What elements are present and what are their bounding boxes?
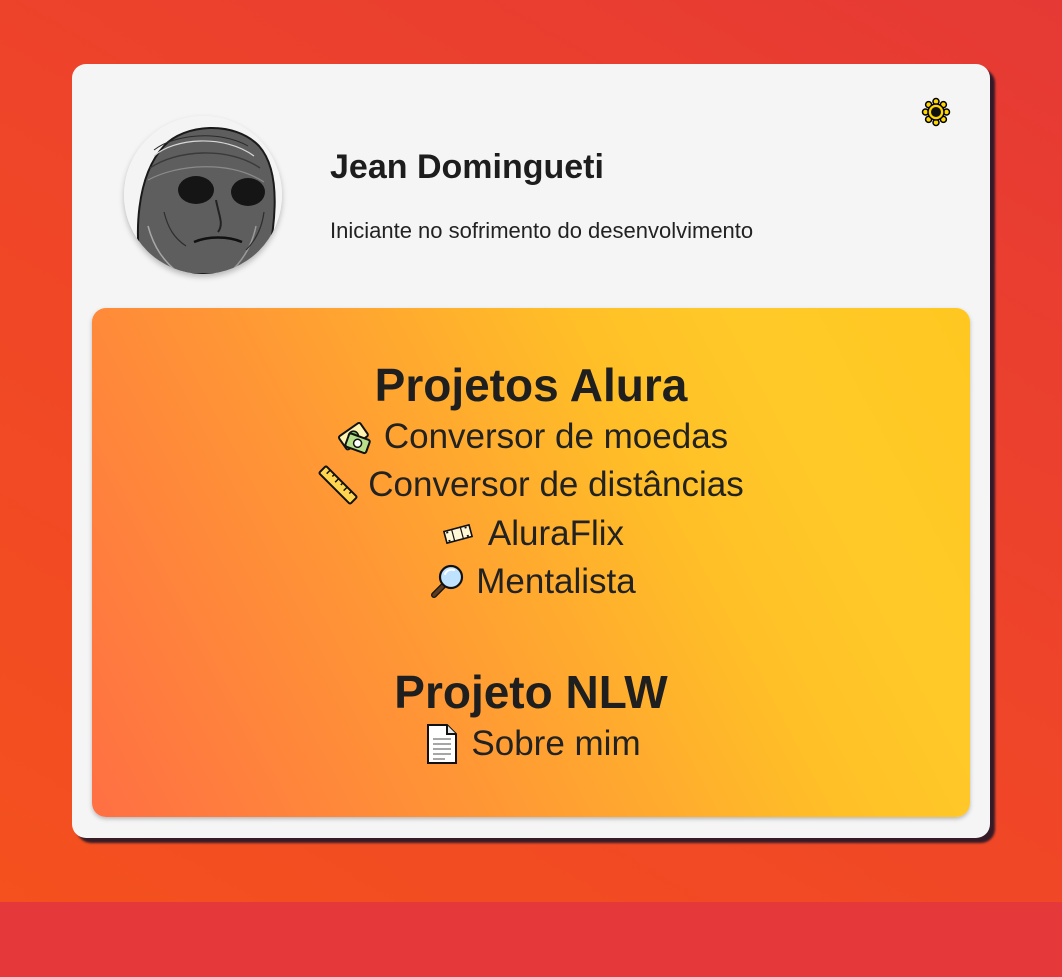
project-label: Mentalista: [476, 562, 636, 601]
avatar-sketch-image: [124, 116, 282, 274]
list-item: Sobre mim: [92, 720, 970, 770]
ruler-icon: [318, 465, 358, 505]
project-label: Conversor de moedas: [383, 417, 729, 456]
project-label: Sobre mim: [471, 724, 641, 763]
project-link-conversor-de-moedas[interactable]: Conversor de moedas: [334, 413, 728, 461]
section-title: Projetos Alura: [374, 359, 688, 411]
list-item: Mentalista: [92, 558, 970, 607]
list-item: Conversor de distâncias: [92, 461, 970, 510]
film-icon: [438, 514, 478, 554]
profile-card: Jean Domingueti Iniciante no sofrimento …: [72, 64, 990, 838]
list-item: Conversor de moedas: [92, 413, 970, 461]
projects-panel: Projetos Alura Conversor de moedas Conve…: [92, 308, 970, 817]
page-background-footer: [0, 902, 1062, 977]
project-label: AluraFlix: [487, 514, 625, 553]
avatar: [124, 116, 282, 274]
profile-bio: Iniciante no sofrimento do desenvolvimen…: [330, 218, 754, 243]
project-link-aluraflix[interactable]: AluraFlix: [438, 510, 624, 558]
theme-toggle-button[interactable]: [920, 96, 952, 128]
project-label: Conversor de distâncias: [368, 465, 744, 504]
section-projetos-alura: Projetos Alura Conversor de moedas Conve…: [92, 357, 970, 607]
project-link-conversor-de-distancias[interactable]: Conversor de distâncias: [318, 461, 744, 509]
sun-icon: [921, 97, 951, 127]
document-icon: [421, 724, 461, 764]
project-link-mentalista[interactable]: Mentalista: [426, 558, 636, 606]
project-list: Sobre mim: [92, 720, 970, 770]
section-projeto-nlw: Projeto NLW Sobre mim: [92, 664, 970, 770]
project-link-sobre-mim[interactable]: Sobre mim: [421, 720, 641, 768]
list-item: AluraFlix: [92, 510, 970, 558]
project-list: Conversor de moedas Conversor de distânc…: [92, 413, 970, 607]
currency-exchange-icon: [334, 417, 374, 457]
magnifier-icon: [426, 562, 466, 602]
profile-name: Jean Domingueti: [330, 148, 604, 186]
section-title: Projeto NLW: [394, 666, 668, 718]
